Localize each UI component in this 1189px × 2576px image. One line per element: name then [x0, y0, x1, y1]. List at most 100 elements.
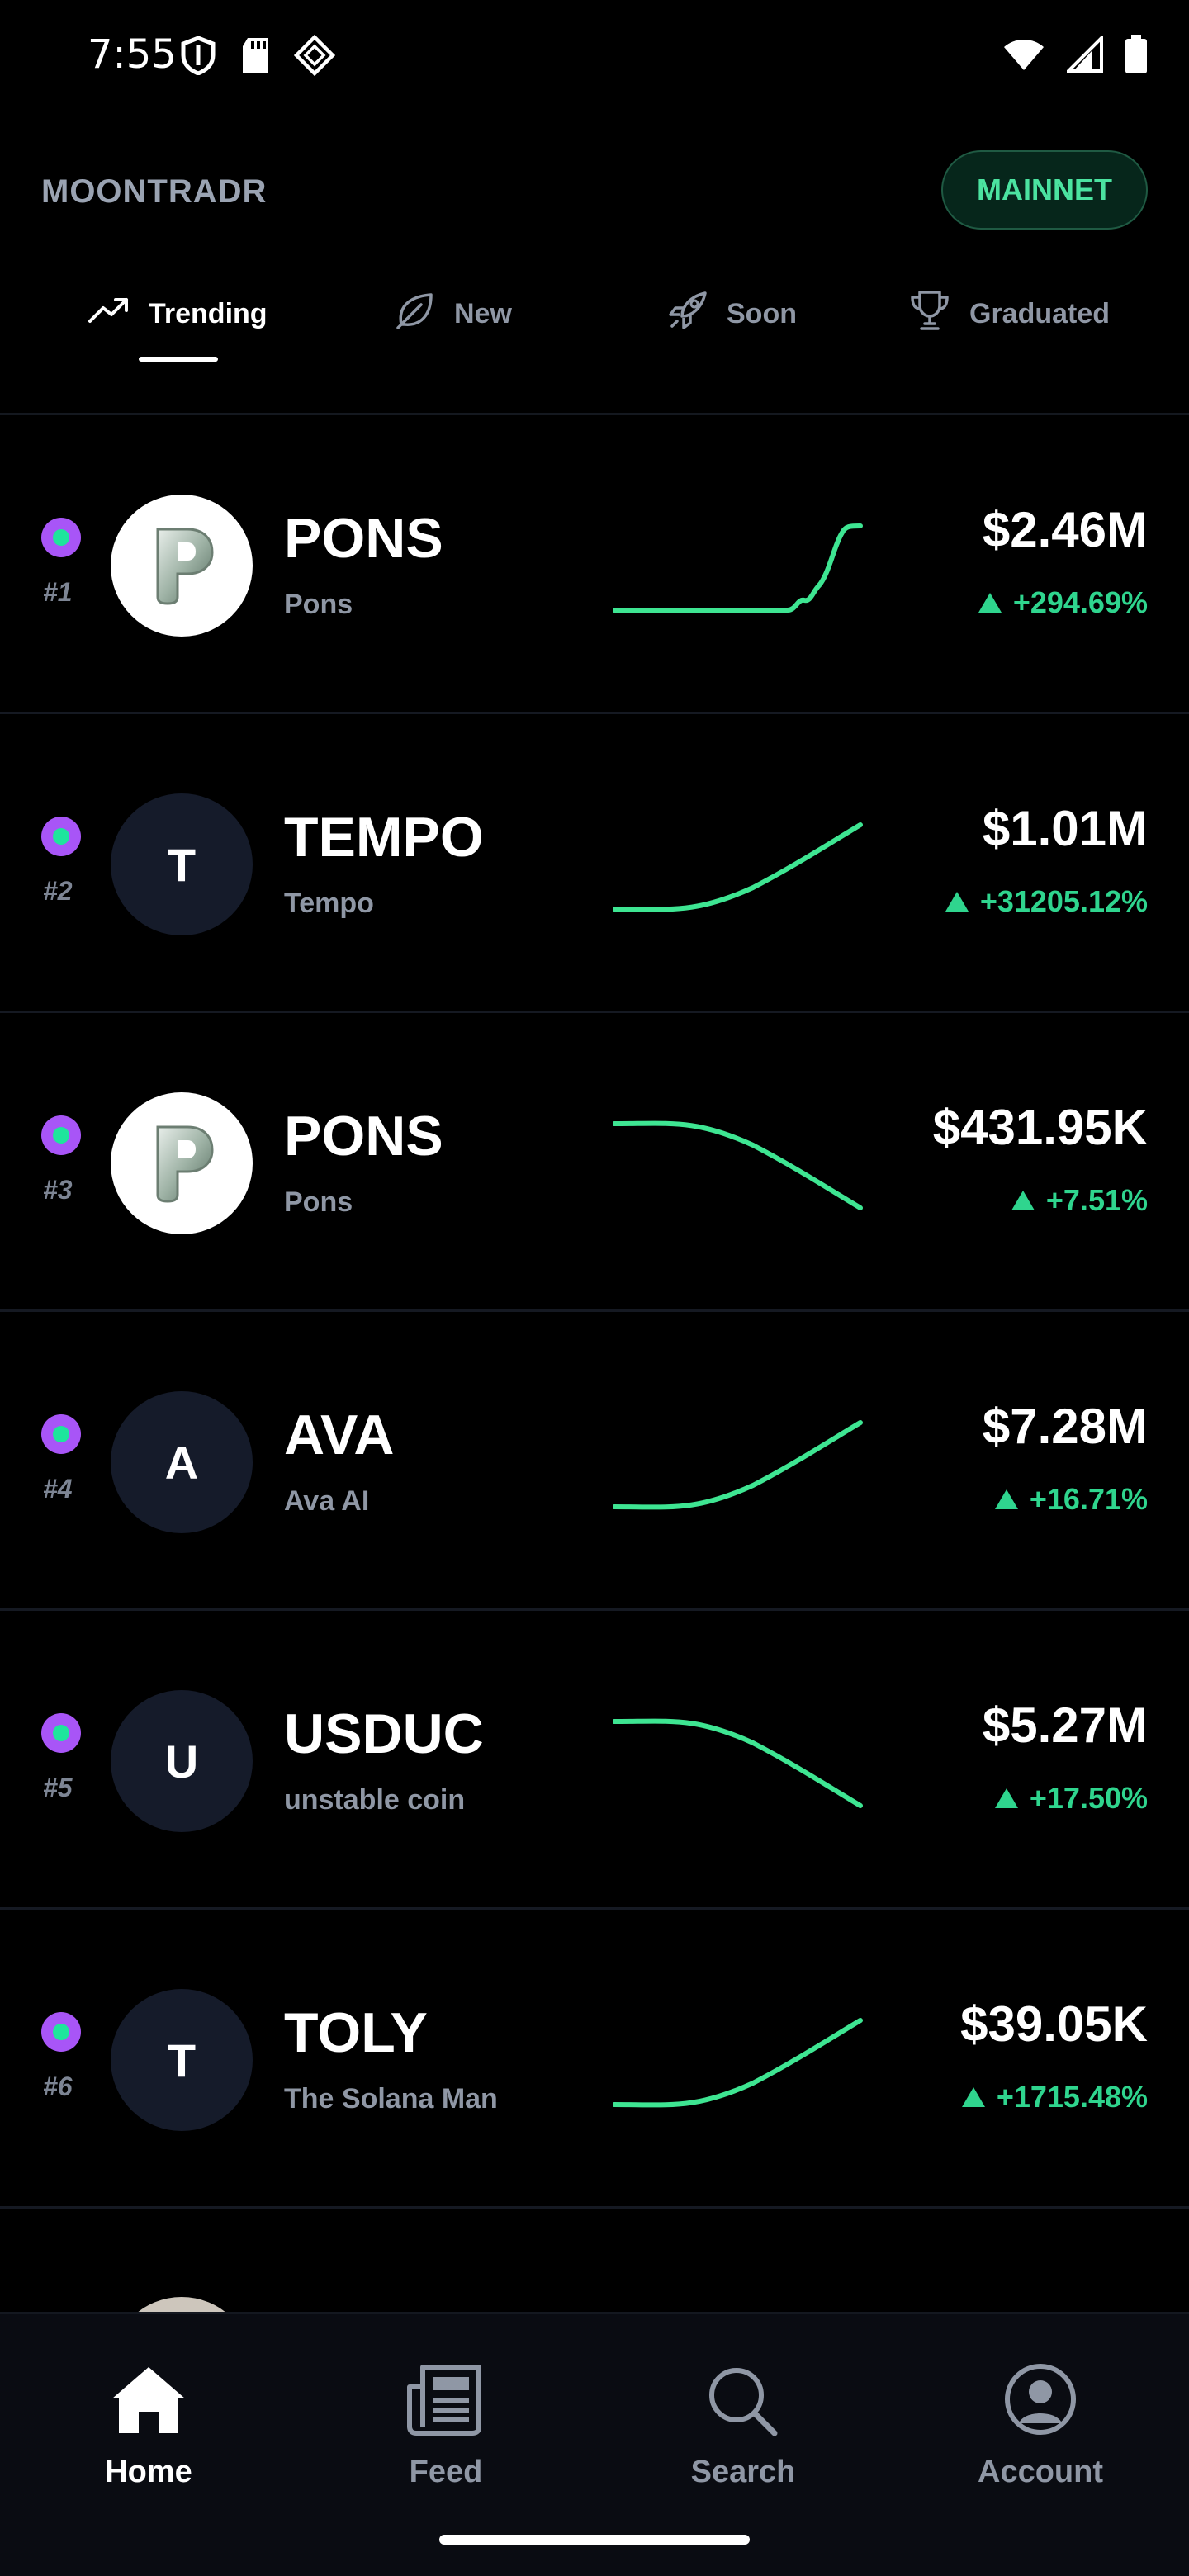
nav-search[interactable]: Search — [636, 2362, 850, 2490]
token-rank: #6 — [43, 2072, 73, 2101]
active-tab-indicator — [139, 357, 218, 362]
shield-icon — [180, 36, 216, 79]
price-change-value: +16.71% — [1029, 1482, 1148, 1516]
tab-label: Soon — [727, 297, 797, 329]
up-arrow-icon — [994, 1489, 1018, 1509]
rocket-icon — [667, 290, 708, 339]
status-bar: 7:55 — [0, 0, 1189, 124]
feed-icon — [405, 2362, 487, 2445]
status-time: 7:55 — [88, 31, 177, 78]
token-avatar: A — [111, 1391, 253, 1533]
app-title: MOONTRADR — [41, 173, 268, 210]
price-sparkline — [613, 1718, 863, 1808]
price-change-value: +1715.48% — [996, 2080, 1148, 2114]
token-rank: #2 — [43, 876, 73, 906]
token-name: Pons — [284, 589, 353, 620]
tab-label: Graduated — [969, 297, 1111, 329]
token-row[interactable]: #5 U USDUC unstable coin $5.27M +17.50% — [0, 1611, 1189, 1910]
token-symbol: AVA — [284, 1404, 395, 1466]
token-avatar: U — [111, 1690, 253, 1832]
token-row[interactable]: #6 T TOLY The Solana Man $39.05K +1715.4… — [0, 1910, 1189, 2209]
token-row[interactable]: #4 A AVA Ava AI $7.28M +16.71% — [0, 1312, 1189, 1611]
token-row[interactable]: #2 T TEMPO Tempo $1.01M +31205.12% — [0, 714, 1189, 1013]
diamond-app-icon — [293, 34, 336, 80]
price-change: +7.51% — [1011, 1183, 1148, 1218]
up-arrow-icon — [961, 2087, 985, 2107]
tab-trending[interactable]: Trending — [88, 272, 268, 355]
token-rank: #4 — [43, 1474, 73, 1503]
token-avatar — [111, 495, 253, 637]
tab-new[interactable]: New — [395, 272, 512, 355]
pons-logo-icon — [156, 1125, 214, 1203]
up-arrow-icon — [978, 593, 1002, 613]
tab-soon[interactable]: Soon — [667, 272, 797, 355]
token-name: Tempo — [284, 888, 374, 919]
token-symbol: TEMPO — [284, 806, 484, 869]
price-change-value: +17.50% — [1029, 1781, 1148, 1815]
nav-feed[interactable]: Feed — [339, 2362, 553, 2490]
price-change: +16.71% — [994, 1482, 1148, 1517]
up-arrow-icon — [945, 892, 969, 912]
live-indicator — [41, 1713, 81, 1753]
price-change-value: +31205.12% — [979, 884, 1148, 918]
nav-account[interactable]: Account — [933, 2362, 1148, 2490]
nav-label: Feed — [409, 2455, 483, 2489]
up-arrow-icon — [994, 1788, 1018, 1808]
token-row[interactable]: #1 PONS Pons $2.46M +294.69% — [0, 415, 1189, 714]
token-price: $431.95K — [932, 1100, 1148, 1155]
token-name: The Solana Man — [284, 2083, 498, 2114]
token-avatar: T — [111, 793, 253, 935]
nav-label: Home — [105, 2455, 192, 2489]
price-sparkline — [613, 2018, 863, 2108]
tab-label: New — [454, 297, 512, 329]
price-change: +17.50% — [994, 1781, 1148, 1816]
token-price: $2.46M — [982, 502, 1148, 557]
pons-logo-icon — [156, 528, 214, 605]
live-indicator — [41, 1115, 81, 1155]
token-row[interactable]: #3 PONS Pons $431.95K +7.51% — [0, 1013, 1189, 1312]
leaf-icon — [395, 290, 436, 339]
nav-label: Account — [978, 2455, 1103, 2489]
token-price: $1.01M — [982, 801, 1148, 856]
price-change-value: +294.69% — [1012, 585, 1148, 619]
price-change-value: +7.51% — [1045, 1183, 1148, 1217]
price-change: +294.69% — [978, 585, 1148, 620]
network-badge[interactable]: MAINNET — [941, 150, 1148, 230]
battery-icon — [1125, 35, 1148, 78]
signal-icon — [1064, 34, 1103, 77]
live-indicator — [41, 1414, 81, 1454]
token-price: $7.28M — [982, 1399, 1148, 1454]
token-rank: #5 — [43, 1773, 73, 1802]
sd-card-icon — [239, 36, 271, 78]
token-name: Ava AI — [284, 1485, 370, 1517]
nav-label: Search — [690, 2455, 796, 2489]
price-sparkline — [613, 1420, 863, 1510]
account-icon — [999, 2362, 1082, 2445]
token-price: $5.27M — [982, 1698, 1148, 1753]
token-symbol: TOLY — [284, 2001, 428, 2064]
home-icon — [107, 2362, 190, 2445]
price-sparkline — [613, 822, 863, 912]
up-arrow-icon — [1011, 1191, 1035, 1210]
price-change: +31205.12% — [945, 884, 1148, 919]
token-rank: #3 — [43, 1175, 73, 1205]
trophy-icon — [908, 289, 951, 339]
token-symbol: PONS — [284, 507, 443, 570]
token-name: unstable coin — [284, 1784, 466, 1816]
nav-home[interactable]: Home — [41, 2362, 256, 2490]
tab-label: Trending — [149, 297, 268, 329]
tab-graduated[interactable]: Graduated — [908, 272, 1110, 355]
token-symbol: USDUC — [284, 1702, 484, 1765]
trending-icon — [88, 296, 130, 332]
token-rank: #1 — [43, 577, 73, 607]
live-indicator — [41, 2012, 81, 2052]
live-indicator — [41, 518, 81, 557]
wifi-icon — [1002, 37, 1045, 76]
token-price: $39.05K — [960, 1996, 1148, 2052]
price-sparkline — [613, 523, 863, 613]
token-avatar: T — [111, 1989, 253, 2131]
search-icon — [702, 2362, 784, 2445]
token-name: Pons — [284, 1186, 353, 1218]
live-indicator — [41, 817, 81, 856]
home-indicator — [439, 2535, 750, 2545]
